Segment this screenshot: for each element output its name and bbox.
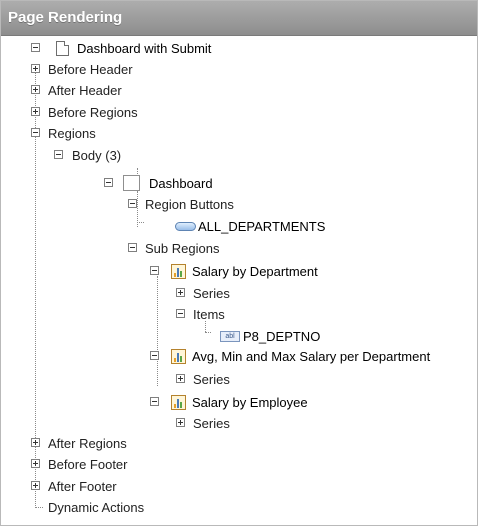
tree-node-label: Before Header [48, 62, 133, 77]
page-icon [56, 41, 69, 56]
tree-node-label: Before Footer [48, 457, 128, 472]
tree-node-label: After Header [48, 83, 122, 98]
expand-toggle-icon[interactable] [31, 438, 40, 447]
tree-connector [137, 222, 144, 223]
tree-node-label: After Regions [48, 436, 127, 451]
expand-toggle-icon[interactable] [176, 374, 185, 383]
tree-node-label: Series [193, 372, 230, 387]
tree-node-dynamic-actions[interactable]: Dynamic Actions [31, 497, 231, 518]
text-item-icon: abl [220, 331, 240, 342]
tree-node-label: Items [193, 307, 225, 322]
tree-node-after-footer[interactable]: After Footer [31, 476, 231, 497]
tree-node-after-regions[interactable]: After Regions [31, 433, 231, 454]
collapse-toggle-icon[interactable] [150, 397, 159, 406]
tree-node-p8-deptno-item[interactable]: abl P8_DEPTNO [220, 326, 420, 347]
tree-node-salary-by-department[interactable]: Salary by Department [150, 261, 390, 282]
tree-node-label: Before Regions [48, 105, 138, 120]
tree-node-label: Dynamic Actions [48, 500, 145, 515]
tree-node-label: After Footer [48, 479, 117, 494]
expand-toggle-icon[interactable] [31, 107, 40, 116]
tree-node-label: ALL_DEPARTMENTS [198, 219, 326, 234]
expand-toggle-icon[interactable] [31, 481, 40, 490]
tree-node-avg-min-max-salary[interactable]: Avg, Min and Max Salary per Department [150, 346, 470, 367]
expand-toggle-icon[interactable] [31, 459, 40, 468]
tree-node-before-footer[interactable]: Before Footer [31, 454, 231, 475]
expand-toggle-icon[interactable] [31, 64, 40, 73]
tree-node-regions[interactable]: Regions [31, 123, 231, 144]
page-rendering-panel: Page Rendering Dashboard with Submit Bef… [0, 0, 478, 526]
region-icon [123, 175, 140, 191]
tree-node-label: Salary by Employee [192, 395, 308, 410]
tree-node-series[interactable]: Series [176, 413, 376, 434]
tree-node-label: Dashboard [149, 176, 213, 191]
tree-node-label: Regions [48, 126, 96, 141]
expand-toggle-icon[interactable] [31, 85, 40, 94]
page-rendering-tree: Dashboard with Submit Before Header Afte… [1, 36, 477, 525]
collapse-toggle-icon[interactable] [150, 266, 159, 275]
tree-node-label: Avg, Min and Max Salary per Department [192, 349, 431, 364]
tree-node-label: Sub Regions [145, 241, 220, 256]
tree-node-dashboard-with-submit[interactable]: Dashboard with Submit [31, 38, 271, 59]
tree-node-before-header[interactable]: Before Header [31, 59, 231, 80]
collapse-toggle-icon[interactable] [150, 351, 159, 360]
chart-icon [171, 349, 186, 364]
tree-connector [205, 332, 211, 333]
collapse-toggle-icon[interactable] [31, 128, 40, 137]
tree-node-sub-regions[interactable]: Sub Regions [128, 238, 328, 259]
tree-node-label: Dashboard with Submit [77, 41, 212, 56]
tree-node-region-buttons[interactable]: Region Buttons [128, 194, 328, 215]
collapse-toggle-icon[interactable] [128, 243, 137, 252]
collapse-toggle-icon[interactable] [31, 43, 40, 52]
collapse-toggle-icon[interactable] [54, 150, 63, 159]
tree-node-label: P8_DEPTNO [243, 329, 321, 344]
expand-toggle-icon[interactable] [176, 288, 185, 297]
tree-node-salary-by-employee[interactable]: Salary by Employee [150, 392, 390, 413]
tree-node-label: Salary by Department [192, 264, 318, 279]
panel-title: Page Rendering [1, 1, 477, 36]
tree-node-label: Body (3) [72, 148, 122, 163]
collapse-toggle-icon[interactable] [104, 178, 113, 187]
tree-node-label: Series [193, 416, 230, 431]
collapse-toggle-icon[interactable] [128, 199, 137, 208]
chart-icon [171, 264, 186, 279]
tree-node-all-departments-button[interactable]: ALL_DEPARTMENTS [175, 216, 375, 237]
tree-connector [157, 276, 158, 386]
tree-node-label: Region Buttons [145, 197, 234, 212]
expand-toggle-icon[interactable] [176, 418, 185, 427]
chart-icon [171, 395, 186, 410]
tree-node-dashboard-region[interactable]: Dashboard [104, 173, 304, 194]
tree-node-items[interactable]: Items [176, 304, 376, 325]
tree-node-body[interactable]: Body (3) [54, 145, 254, 166]
button-icon [175, 222, 196, 231]
collapse-toggle-icon[interactable] [176, 309, 185, 318]
tree-node-series[interactable]: Series [176, 283, 376, 304]
tree-node-series[interactable]: Series [176, 369, 376, 390]
tree-node-after-header[interactable]: After Header [31, 80, 231, 101]
tree-node-before-regions[interactable]: Before Regions [31, 102, 231, 123]
tree-node-label: Series [193, 286, 230, 301]
